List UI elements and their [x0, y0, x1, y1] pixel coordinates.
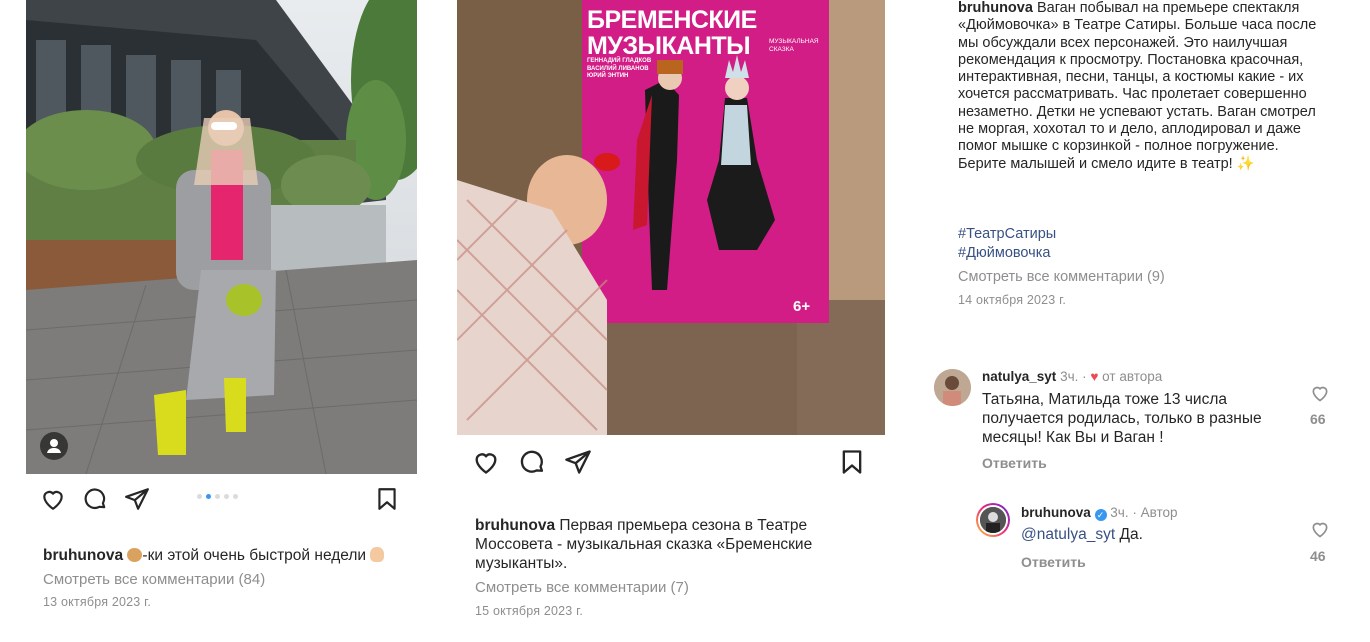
poster-credit: ВАСИЛИЙ ЛИВАНОВ [587, 65, 649, 72]
poster-age: 6+ [793, 298, 811, 315]
like-count: 46 [1310, 548, 1326, 564]
heart-icon[interactable] [40, 486, 66, 512]
post2-date: 15 октября 2023 г. [475, 604, 584, 618]
poster-credit: ЮРИЙ ЭНТИН [587, 73, 629, 79]
post3-date: 14 октября 2023 г. [958, 293, 1067, 307]
comment-icon[interactable] [82, 486, 108, 512]
heart-icon[interactable] [472, 448, 500, 476]
post2-view-comments[interactable]: Смотреть все комментарии (7) [475, 579, 689, 596]
reply-button[interactable]: Ответить [1021, 554, 1086, 570]
post3-view-comments[interactable]: Смотреть все комментарии (9) [958, 269, 1165, 285]
avatar[interactable] [976, 503, 1010, 537]
poster-credits: ГЕННАДИЙ ГЛАДКОВ ВАСИЛИЙ ЛИВАНОВ ЮРИЙ ЭН… [587, 58, 651, 81]
post1-view-comments[interactable]: Смотреть все комментарии (84) [43, 571, 265, 588]
comment-text: @natulya_syt Да. [1021, 526, 1143, 544]
comment-icon[interactable] [518, 448, 546, 476]
post3-username[interactable]: bruhunova [958, 0, 1033, 16]
heart-icon[interactable] [1310, 519, 1330, 539]
heart-icon[interactable] [1310, 383, 1330, 403]
poster-title-2: МУЗЫКАНТЫ [587, 32, 751, 60]
author-badge: от автора [1102, 369, 1163, 384]
comment-header: bruhunova ✓ 3ч. · Автор [1021, 505, 1178, 521]
carousel-dot[interactable] [224, 494, 229, 499]
post2-username[interactable]: bruhunova [475, 517, 555, 534]
mention-link[interactable]: @natulya_syt [1021, 526, 1115, 543]
post3-caption: bruhunova Ваган побывал на премьере спек… [958, 0, 1326, 173]
verified-badge-icon: ✓ [1094, 509, 1107, 521]
post1-photo[interactable] [26, 0, 417, 474]
poster-credit: ГЕННАДИЙ ГЛАДКОВ [587, 58, 652, 64]
post2-photo[interactable]: БРЕМЕНСКИЕ МУЗЫКАНТЫ МУЗЫКАЛЬНАЯ СКАЗКА … [457, 0, 885, 435]
dot-separator: · [1082, 369, 1087, 384]
carousel-dot[interactable] [215, 494, 220, 499]
dot-separator: · [1132, 505, 1137, 520]
post1-caption-text: -ки этой очень быстрой недели [142, 547, 367, 564]
share-icon[interactable] [124, 486, 150, 512]
post2-caption: bruhunova Первая премьера сезона в Театр… [475, 516, 875, 573]
carousel-dots [197, 494, 238, 499]
post2-photo-illustration [457, 0, 885, 435]
comment-body: Да. [1119, 526, 1143, 543]
avatar[interactable] [934, 369, 971, 406]
user-tag-icon[interactable] [40, 432, 68, 460]
poster-subtitle: МУЗЫКАЛЬНАЯ СКАЗКА [769, 38, 819, 53]
comment-username[interactable]: natulya_syt [982, 369, 1056, 384]
comment-time: 3ч. [1110, 505, 1129, 520]
post1-date: 13 октября 2023 г. [43, 595, 152, 609]
post1-caption: bruhunova -ки этой очень быстрой недели [43, 546, 423, 565]
hashtag-link[interactable]: #ТеатрСатиры [958, 226, 1056, 242]
comment-header: natulya_syt 3ч. · ♥ от автора [982, 369, 1162, 384]
sparkles-emoji: ✨ [1236, 155, 1255, 172]
post3-caption-text: Ваган побывал на премьере спектакля «Дюй… [958, 0, 1317, 172]
comment-time: 3ч. [1060, 369, 1079, 384]
carousel-dot[interactable] [197, 494, 202, 499]
onion-emoji [127, 548, 143, 562]
hashtag-link[interactable]: #Дюймовочка [958, 245, 1050, 261]
post1-username[interactable]: bruhunova [43, 547, 123, 564]
post1-photo-illustration [26, 0, 417, 474]
ok-hand-emoji [370, 547, 385, 562]
comment-text: Татьяна, Матильда тоже 13 числа получает… [982, 391, 1262, 446]
author-badge: Автор [1140, 505, 1178, 520]
bookmark-icon[interactable] [838, 448, 866, 476]
carousel-dot[interactable] [233, 494, 238, 499]
carousel-dot[interactable] [206, 494, 211, 499]
like-count: 66 [1310, 411, 1326, 427]
reply-button[interactable]: Ответить [982, 455, 1047, 471]
share-icon[interactable] [564, 448, 592, 476]
bookmark-icon[interactable] [374, 486, 400, 512]
poster-title-1: БРЕМЕНСКИЕ [587, 6, 757, 34]
comment-username[interactable]: bruhunova [1021, 505, 1091, 520]
author-like-heart-icon: ♥ [1090, 369, 1099, 384]
